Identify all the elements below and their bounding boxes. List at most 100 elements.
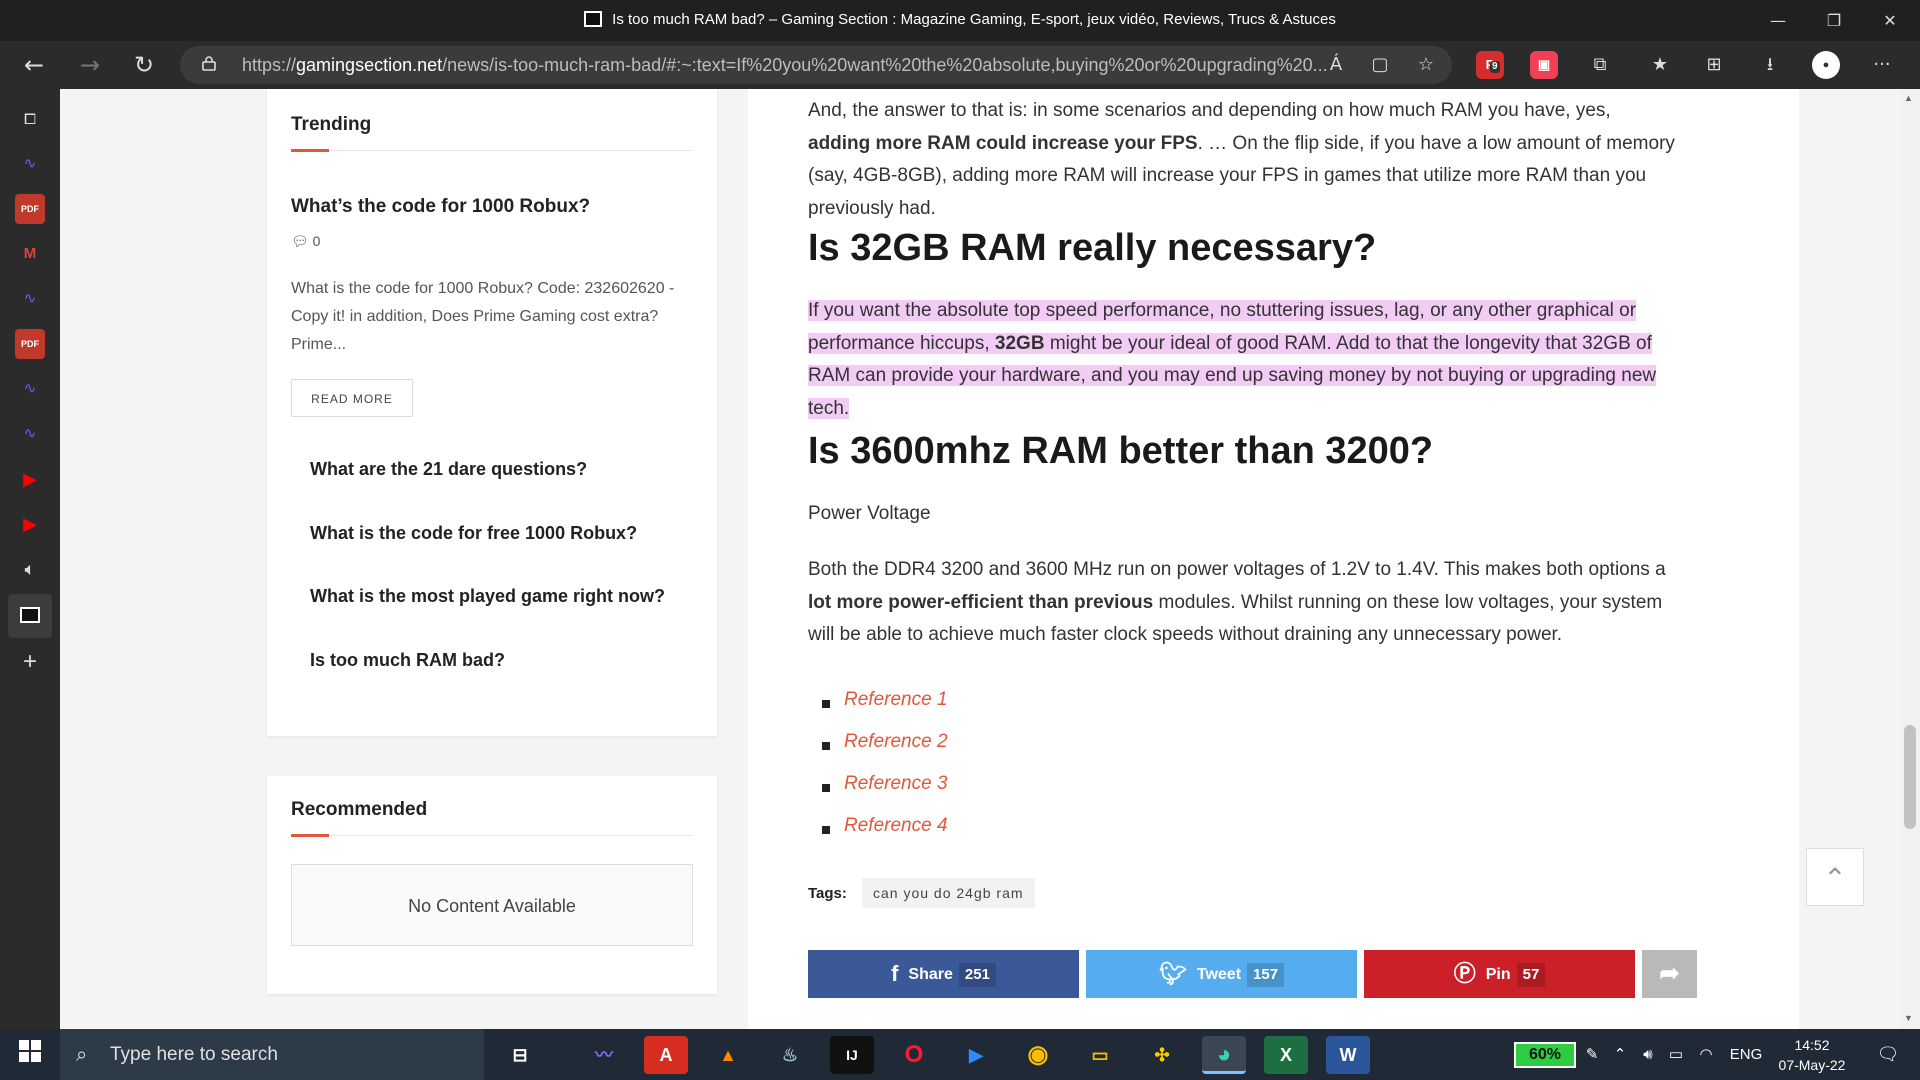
- scroll-down-arrow-icon[interactable]: ▼: [1904, 1013, 1913, 1023]
- article-body: And, the answer to that is: in some scen…: [748, 89, 1799, 1029]
- battery-icon[interactable]: ▭: [1664, 1029, 1688, 1080]
- taskbar-search[interactable]: ⌕ Type here to search: [60, 1029, 484, 1080]
- add-icon[interactable]: +: [15, 647, 45, 677]
- trending-first-title[interactable]: What’s the code for 1000 Robux?: [291, 196, 590, 218]
- trending-title: Trending: [291, 114, 372, 135]
- collections-icon[interactable]: ⊞: [1700, 51, 1728, 79]
- facebook-count: 251: [958, 963, 996, 987]
- show-hidden-icons-icon[interactable]: ⌃: [1608, 1029, 1632, 1080]
- immersive-reader-icon[interactable]: ▢: [1366, 51, 1394, 79]
- notifications-icon[interactable]: 🗨︎: [1868, 1029, 1908, 1080]
- twitter-share-button[interactable]: 🐦︎ Tweet 157: [1086, 950, 1357, 998]
- twitter-icon: 🐦︎: [1158, 961, 1187, 986]
- browser-sidebar: ⧠ ∿ PDF M ∿ PDF ∿ ∿ ▶ ▶ 🔈︎ +: [0, 89, 60, 1029]
- windows-logo-icon: [19, 1040, 41, 1062]
- reference-link[interactable]: Reference 1: [822, 689, 948, 711]
- back-button[interactable]: ←: [14, 47, 54, 83]
- youtube-icon[interactable]: ▶: [15, 509, 45, 539]
- settings-menu-button[interactable]: ···: [1868, 51, 1896, 79]
- acrobat-icon[interactable]: A: [644, 1036, 688, 1074]
- wifi-icon[interactable]: ◠: [1694, 1029, 1718, 1080]
- trending-link[interactable]: What is the code for free 1000 Robux?: [310, 523, 637, 544]
- pinterest-extension-icon[interactable]: P9: [1476, 51, 1504, 79]
- app-puzzle-icon[interactable]: ✣: [1140, 1036, 1184, 1074]
- refresh-button[interactable]: ↻: [124, 47, 164, 83]
- start-button[interactable]: [0, 1029, 60, 1080]
- clock-date: 07-May-22: [1778, 1057, 1846, 1073]
- share-arrow-icon: ➦: [1659, 960, 1680, 987]
- window-title-text: Is too much RAM bad? – Gaming Section : …: [612, 11, 1336, 28]
- forward-button[interactable]: →: [70, 47, 110, 83]
- heading-3600mhz: Is 3600mhz RAM better than 3200?: [808, 430, 1434, 472]
- extension-badge: 9: [1490, 61, 1500, 73]
- pen-icon[interactable]: ✎: [1582, 1029, 1602, 1080]
- trending-excerpt: What is the code for 1000 Robux? Code: 2…: [291, 280, 675, 353]
- app-wave-icon[interactable]: 〰: [582, 1036, 626, 1074]
- pinterest-share-button[interactable]: Ⓟ Pin 57: [1364, 950, 1635, 998]
- more-share-button[interactable]: ➦: [1642, 950, 1697, 998]
- page-scrollbar[interactable]: ▲ ▼: [1900, 89, 1920, 1029]
- audio-wave-icon[interactable]: ∿: [15, 419, 45, 449]
- downloads-icon[interactable]: ⭳: [1756, 51, 1784, 79]
- word-icon[interactable]: W: [1326, 1036, 1370, 1074]
- excel-icon[interactable]: X: [1264, 1036, 1308, 1074]
- no-content-message: No Content Available: [291, 864, 693, 946]
- scroll-to-top-button[interactable]: ⌃: [1806, 848, 1864, 906]
- zoom-icon[interactable]: ▶: [954, 1036, 998, 1074]
- pdf-app-icon[interactable]: PDF: [15, 194, 45, 224]
- lock-icon[interactable]: [202, 46, 216, 84]
- vlc-icon[interactable]: ▲: [706, 1036, 750, 1074]
- pdf-app-icon[interactable]: PDF: [15, 329, 45, 359]
- power-voltage-text: Power Voltage: [808, 503, 931, 524]
- read-aloud-icon[interactable]: Á: [1322, 51, 1350, 79]
- restore-button[interactable]: ❐: [1806, 0, 1862, 41]
- battery-indicator[interactable]: 60%: [1514, 1042, 1576, 1068]
- profile-avatar[interactable]: ●: [1812, 51, 1840, 79]
- tag-chip[interactable]: can you do 24gb ram: [862, 878, 1035, 908]
- read-more-button[interactable]: READ MORE: [291, 379, 413, 417]
- reference-link[interactable]: Reference 3: [822, 773, 948, 795]
- intro-paragraph: And, the answer to that is: in some scen…: [808, 100, 1675, 219]
- trending-link[interactable]: What are the 21 dare questions?: [310, 459, 587, 480]
- trending-link[interactable]: What is the most played game right now?: [310, 586, 665, 607]
- reference-link[interactable]: Reference 2: [822, 731, 948, 753]
- comment-count[interactable]: 💬︎ 0: [291, 233, 320, 250]
- file-explorer-icon[interactable]: ▭: [1078, 1036, 1122, 1074]
- youtube-icon[interactable]: ▶: [15, 464, 45, 494]
- add-favorite-icon[interactable]: ☆: [1412, 51, 1440, 79]
- scrollbar-thumb[interactable]: [1904, 725, 1916, 829]
- speaker-icon[interactable]: 🔈︎: [15, 554, 45, 584]
- trending-link[interactable]: Is too much RAM bad?: [310, 650, 505, 671]
- evernote-icon[interactable]: ♨: [768, 1036, 812, 1074]
- clock[interactable]: 14:52 07-May-22: [1762, 1035, 1862, 1075]
- recommended-title: Recommended: [291, 799, 428, 820]
- pocket-extension-icon[interactable]: ▣: [1530, 51, 1558, 79]
- windows-taskbar: ⌕ Type here to search ⊟ 〰 A ▲ ♨ IJ O ▶ ◉ …: [0, 1029, 1920, 1080]
- address-bar[interactable]: https://gamingsection.net/news/is-too-mu…: [180, 46, 1452, 84]
- active-tab-icon[interactable]: [8, 594, 52, 638]
- scroll-up-arrow-icon[interactable]: ▲: [1904, 93, 1913, 103]
- favorites-icon[interactable]: ★: [1646, 51, 1674, 79]
- facebook-share-button[interactable]: f Share 251: [808, 950, 1079, 998]
- task-view-icon[interactable]: ⊟: [498, 1036, 542, 1074]
- comment-count-value: 0: [312, 233, 321, 249]
- language-indicator[interactable]: ENG: [1726, 1029, 1766, 1080]
- edge-icon[interactable]: ◕: [1202, 1036, 1246, 1074]
- twitter-count: 157: [1247, 963, 1285, 987]
- opera-icon[interactable]: O: [892, 1036, 936, 1074]
- minimize-button[interactable]: —: [1750, 0, 1806, 41]
- audio-wave-icon[interactable]: ∿: [15, 284, 45, 314]
- close-button[interactable]: ✕: [1862, 0, 1918, 41]
- comment-icon: 💬︎: [291, 233, 309, 249]
- tab-actions-icon[interactable]: ⧠: [15, 105, 45, 135]
- voltage-paragraph: Both the DDR4 3200 and 3600 MHz run on p…: [808, 559, 1666, 645]
- audio-wave-icon[interactable]: ∿: [15, 149, 45, 179]
- gmail-icon[interactable]: M: [15, 239, 45, 269]
- extensions-icon[interactable]: ⧉: [1586, 51, 1614, 79]
- clock-time: 14:52: [1794, 1037, 1830, 1053]
- reference-link[interactable]: Reference 4: [822, 815, 948, 837]
- chrome-icon[interactable]: ◉: [1016, 1036, 1060, 1074]
- volume-icon[interactable]: 🔊︎: [1636, 1029, 1660, 1080]
- intellij-icon[interactable]: IJ: [830, 1036, 874, 1074]
- audio-wave-icon[interactable]: ∿: [15, 374, 45, 404]
